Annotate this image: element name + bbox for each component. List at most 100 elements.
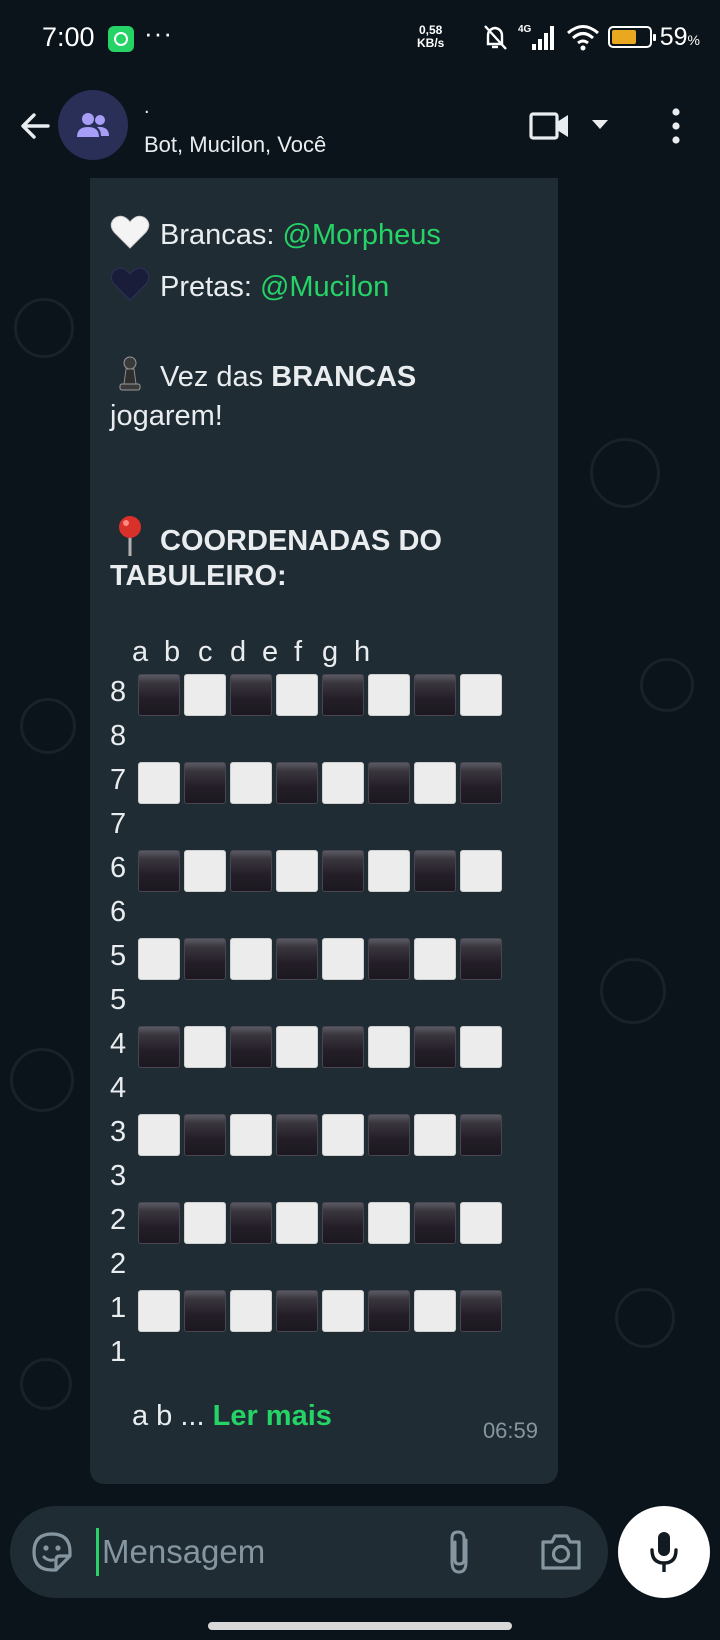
row-label: 5 <box>110 940 127 972</box>
wallpaper-doodle <box>640 658 694 712</box>
white-player-mention[interactable]: @Morpheus <box>283 219 441 251</box>
more-options-button[interactable] <box>664 104 688 148</box>
message-time: 06:59 <box>482 1418 538 1443</box>
network-speed-unit: KB/s <box>417 36 445 50</box>
column-label: c <box>198 636 213 668</box>
microphone-icon <box>650 1532 678 1572</box>
light-square <box>138 1114 180 1156</box>
message-input[interactable] <box>102 1524 402 1580</box>
mute-icon <box>483 25 507 50</box>
black-player-mention[interactable]: @Mucilon <box>260 271 389 303</box>
dark-square <box>460 1290 502 1332</box>
light-square <box>230 938 272 980</box>
network-speed: 0,58 KB/s <box>417 24 444 50</box>
coords-title-line: COORDENADAS DO <box>110 514 442 558</box>
white-heart-icon <box>110 215 150 249</box>
light-square <box>368 1202 410 1244</box>
dark-square <box>368 762 410 804</box>
turn-prefix: Vez das <box>160 361 272 393</box>
chat-header: . Bot, Mucilon, Você <box>0 78 720 178</box>
network-type: 4G <box>518 24 532 35</box>
coords-title-2: TABULEIRO: <box>110 560 287 592</box>
dark-square <box>138 1202 180 1244</box>
wallpaper-doodle <box>20 1358 72 1410</box>
dark-square <box>368 1114 410 1156</box>
wallpaper-doodle <box>10 1048 74 1112</box>
black-heart-icon <box>110 267 150 301</box>
dark-square <box>276 938 318 980</box>
whatsapp-notification-icon <box>108 26 134 52</box>
light-square <box>184 1026 226 1068</box>
caret-down-icon[interactable] <box>588 114 612 134</box>
dark-square <box>322 1026 364 1068</box>
light-square <box>322 1290 364 1332</box>
light-square <box>230 762 272 804</box>
row-label: 3 <box>110 1116 127 1148</box>
wallpaper-doodle <box>590 438 660 508</box>
row-label-wrapped: 1 <box>110 1336 127 1368</box>
chat-title[interactable]: . <box>144 96 150 119</box>
dark-square <box>460 1114 502 1156</box>
sticker-button[interactable] <box>30 1530 74 1574</box>
light-square <box>460 1026 502 1068</box>
dark-square <box>276 1290 318 1332</box>
video-call-button[interactable] <box>528 106 572 146</box>
back-button[interactable] <box>16 106 56 146</box>
battery-percent: 59% <box>659 22 700 51</box>
message-input-bar <box>10 1506 608 1598</box>
turn-color: BRANCAS <box>271 361 417 393</box>
dark-square <box>184 1114 226 1156</box>
light-square <box>322 938 364 980</box>
row-label-wrapped: 5 <box>110 984 127 1016</box>
attach-button[interactable] <box>444 1528 476 1576</box>
battery-icon <box>607 26 656 48</box>
dark-square <box>368 1290 410 1332</box>
truncated-text: a b ... <box>132 1400 213 1432</box>
column-label: f <box>294 636 303 668</box>
light-square <box>276 1026 318 1068</box>
dark-square <box>322 850 364 892</box>
light-square <box>460 1202 502 1244</box>
row-label: 8 <box>110 676 127 708</box>
dark-square <box>414 1202 456 1244</box>
light-square <box>460 674 502 716</box>
dark-square <box>414 1026 456 1068</box>
light-square <box>276 1202 318 1244</box>
turn-line: Vez das BRANCAS <box>110 354 416 394</box>
column-label: h <box>354 636 371 668</box>
dark-square <box>276 1114 318 1156</box>
camera-button[interactable] <box>540 1532 582 1572</box>
white-player-line: Brancas: @Morpheus <box>110 214 441 252</box>
light-square <box>414 1114 456 1156</box>
light-square <box>322 1114 364 1156</box>
turn-suffix: jogarem! <box>110 400 223 432</box>
dark-square <box>230 674 272 716</box>
row-label: 6 <box>110 852 127 884</box>
dark-square <box>414 850 456 892</box>
wallpaper-doodle <box>600 958 666 1024</box>
dark-square <box>460 762 502 804</box>
dark-square <box>322 674 364 716</box>
wifi-icon <box>566 25 599 51</box>
light-square <box>276 850 318 892</box>
status-time: 7:00 <box>42 22 95 52</box>
read-more-link[interactable]: Ler mais <box>213 1400 332 1432</box>
light-square <box>368 674 410 716</box>
light-square <box>414 1290 456 1332</box>
message-bubble[interactable]: Brancas: @Morpheus Pretas: @Mucilon Vez … <box>90 178 558 1484</box>
chat-area[interactable]: Brancas: @Morpheus Pretas: @Mucilon Vez … <box>0 178 720 1508</box>
home-indicator[interactable] <box>208 1622 512 1630</box>
chat-participants[interactable]: Bot, Mucilon, Você <box>144 132 326 158</box>
light-square <box>184 850 226 892</box>
light-square <box>322 762 364 804</box>
group-avatar[interactable] <box>58 90 128 160</box>
light-square <box>138 1290 180 1332</box>
white-label: Brancas: <box>160 219 283 251</box>
column-label: b <box>164 636 181 668</box>
dark-square <box>184 762 226 804</box>
dark-square <box>276 762 318 804</box>
microphone-button[interactable] <box>618 1506 710 1598</box>
dark-square <box>138 850 180 892</box>
dark-square <box>414 674 456 716</box>
column-label: a <box>132 636 149 668</box>
